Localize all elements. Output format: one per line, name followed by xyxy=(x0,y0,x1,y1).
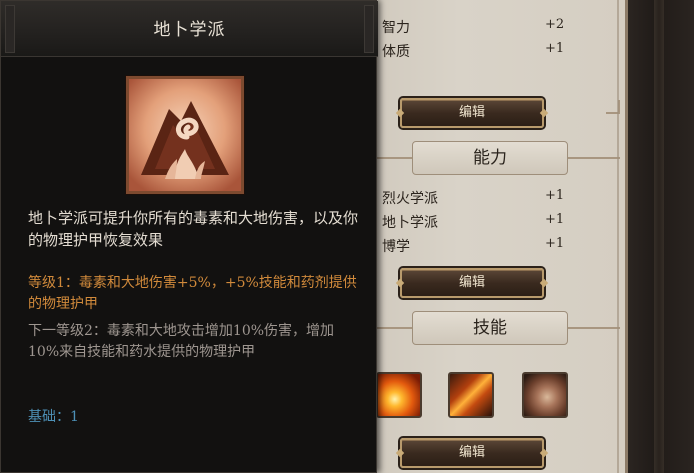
ability-value: +1 xyxy=(545,188,565,203)
ability-value: +1 xyxy=(545,212,565,227)
fire-burst-icon[interactable] xyxy=(376,372,422,418)
tooltip-base-value: 基础：1 xyxy=(28,409,79,425)
ability-row: 博学 +1 xyxy=(382,236,582,258)
ability-name: 烈火学派 xyxy=(382,191,438,207)
geomancer-mountain-icon xyxy=(126,76,244,194)
background-right xyxy=(628,0,694,473)
frame-corner xyxy=(606,100,620,114)
ability-name: 博学 xyxy=(382,239,410,255)
character-panel: 智力 +2 体质 +1 编辑 能力 烈火学派 +1 地卜学派 +1 博学 +1 … xyxy=(350,0,628,473)
abilities-title: 能力 xyxy=(412,141,568,175)
skills-edit-button[interactable]: 编辑 xyxy=(400,438,544,468)
attribute-value: +2 xyxy=(545,17,565,32)
attribute-name: 体质 xyxy=(382,44,410,60)
ability-row: 地卜学派 +1 xyxy=(382,212,582,234)
tooltip-current-level: 等级1：毒素和大地伤害+5%，+5%技能和药剂提供的物理护甲 xyxy=(28,275,357,312)
attribute-row: 体质 +1 xyxy=(382,41,582,63)
skills-title: 技能 xyxy=(412,311,568,345)
abilities-header: 能力 xyxy=(360,141,620,175)
ability-row: 烈火学派 +1 xyxy=(382,188,582,210)
attribute-name: 智力 xyxy=(382,20,410,36)
ability-value: +1 xyxy=(545,236,565,251)
skills-header: 技能 xyxy=(360,311,620,345)
ability-name: 地卜学派 xyxy=(382,215,438,231)
tooltip-title: 地卜学派 xyxy=(153,20,226,40)
boulder-icon[interactable] xyxy=(522,372,568,418)
attributes-edit-button[interactable]: 编辑 xyxy=(400,98,544,128)
flaming-daggers-icon[interactable] xyxy=(448,372,494,418)
tooltip-description: 地卜学派可提升你所有的毒素和大地伤害，以及你的物理护甲恢复效果 xyxy=(28,209,359,249)
tooltip-next-level: 下一等级2：毒素和大地攻击增加10%伤害，增加10%来自技能和药水提供的物理护甲 xyxy=(28,323,335,360)
attribute-value: +1 xyxy=(545,41,565,56)
ability-tooltip: 地卜学派 地卜学派可提升你所有的毒素和大地伤害，以及你的物理护甲恢复效果 等级1… xyxy=(0,0,378,473)
abilities-edit-button[interactable]: 编辑 xyxy=(400,268,544,298)
tooltip-header: 地卜学派 xyxy=(1,1,378,57)
attribute-row: 智力 +2 xyxy=(382,17,582,39)
